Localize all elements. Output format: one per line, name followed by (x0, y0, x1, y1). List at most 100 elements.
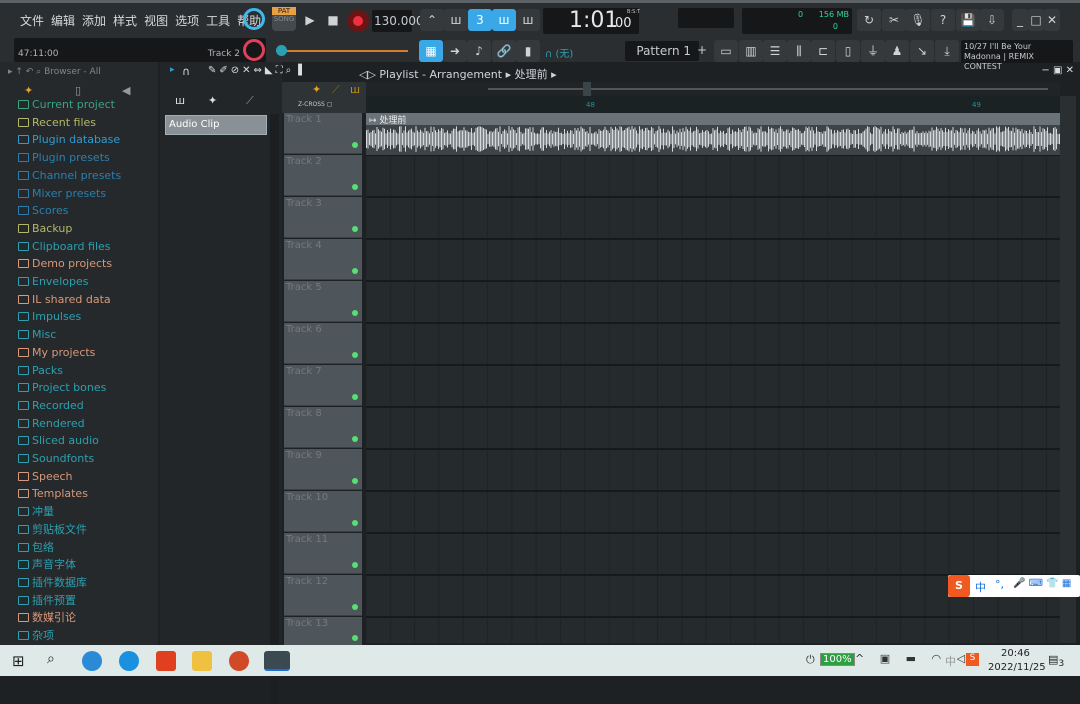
arrow-icon[interactable]: ➜ (443, 40, 467, 62)
cut-icon[interactable]: ✂ (882, 9, 906, 31)
tray-sogou-icon[interactable]: S (966, 653, 979, 666)
menu-add[interactable]: 添加 (82, 12, 106, 29)
tempo-display[interactable]: 130.000 (372, 10, 424, 32)
playlist-icon[interactable]: ▭ (714, 40, 738, 62)
search-icon[interactable]: ⌕ (47, 651, 55, 667)
browser-item[interactable]: Plugin database (18, 132, 120, 148)
record-button[interactable] (347, 10, 369, 32)
track-header[interactable]: Track 10 (284, 491, 362, 532)
piano-roll-icon[interactable]: ▥ (739, 40, 763, 62)
ime-mode[interactable]: 中 (975, 579, 986, 595)
browser-item[interactable]: Recorded (18, 398, 84, 414)
wait-input-icon[interactable]: ш (444, 9, 468, 31)
track-mute-led[interactable] (352, 604, 358, 610)
browser-item[interactable]: Clipboard files (18, 239, 111, 255)
menu-tools[interactable]: 工具 (206, 12, 230, 29)
undo-history-icon[interactable]: ↻ (857, 9, 881, 31)
download-icon[interactable]: ⤓ (935, 40, 959, 62)
battery-indicator[interactable]: 100% (820, 653, 855, 666)
help-icon[interactable]: ? (931, 9, 955, 31)
browser-item[interactable]: 声音字体 (18, 557, 76, 573)
project-icon[interactable]: ▯ (836, 40, 860, 62)
pattern-icon[interactable]: ш (350, 83, 360, 96)
arrangement-grid[interactable]: ↦ 处理前 (366, 113, 1060, 643)
browser-item[interactable]: Soundfonts (18, 451, 94, 467)
microphone-icon[interactable]: 🎙 (906, 9, 930, 31)
vertical-scrollbar[interactable] (1060, 96, 1076, 643)
menu-patterns[interactable]: 样式 (113, 12, 137, 29)
playlist-scroll[interactable] (366, 82, 1060, 96)
link-icon[interactable]: 🔗 (492, 40, 516, 62)
fl-studio-taskbar-icon[interactable] (264, 651, 290, 671)
office-icon[interactable] (156, 651, 176, 671)
track-mute-led[interactable] (352, 478, 358, 484)
browser-item[interactable]: Demo projects (18, 256, 112, 272)
master-volume-knob[interactable] (243, 8, 265, 30)
snap-selector[interactable]: ∩ (无) (545, 45, 573, 60)
track-header[interactable]: Track 5 (284, 281, 362, 322)
browser-item[interactable]: Envelopes (18, 274, 88, 290)
add-pattern-button[interactable]: + (697, 43, 707, 57)
browser-item[interactable]: Mixer presets (18, 186, 106, 202)
tray-icons[interactable]: ^ ▣ ▬ ◠ ◁) (855, 652, 981, 665)
track-header[interactable]: Track 12 (284, 575, 362, 616)
browser-item[interactable]: Packs (18, 363, 63, 379)
browser-item[interactable]: Plugin presets (18, 150, 110, 166)
browser-item[interactable]: Rendered (18, 416, 85, 432)
browser-item[interactable]: Impulses (18, 309, 81, 325)
audio-filter-icon[interactable]: ✦ (24, 84, 33, 97)
plugin-filter-icon[interactable]: ◀ (122, 84, 130, 97)
track-mute-led[interactable] (352, 142, 358, 148)
metronome-icon[interactable]: ⌃ (420, 9, 444, 31)
play-button[interactable]: ▶ (298, 9, 322, 31)
maximize-button[interactable]: □ (1028, 9, 1044, 31)
windows-start-icon[interactable]: ⊞ (12, 652, 25, 670)
touch-icon[interactable]: ↘ (910, 40, 934, 62)
browser-item[interactable]: Current project (18, 97, 115, 113)
track-header[interactable]: Track 2 (284, 155, 362, 196)
track-header[interactable]: Track 13 (284, 617, 362, 647)
ime-punct[interactable]: °, (995, 578, 1004, 591)
clock-time[interactable]: 20:46 (1001, 648, 1030, 659)
edge-icon[interactable] (82, 651, 102, 671)
menu-options[interactable]: 选项 (175, 12, 199, 29)
browser-item[interactable]: Scores (18, 203, 69, 219)
playlist-tools[interactable]: ✎✐⊘✕⇔◣⛶⌕▐ (208, 65, 305, 76)
browser-item[interactable]: 插件预置 (18, 593, 76, 609)
stop-button[interactable]: ■ (321, 9, 345, 31)
browser-icon[interactable]: ⊏ (811, 40, 835, 62)
mixer-icon[interactable]: ⫼ (787, 40, 811, 62)
pattern-selector[interactable]: Pattern 1 (625, 41, 699, 61)
clock-date[interactable]: 2022/11/25 (988, 662, 1046, 673)
minimize-button[interactable]: _ (1012, 9, 1028, 31)
browser-item[interactable]: Misc (18, 327, 56, 343)
plugin-icon[interactable]: ⏚ (861, 40, 885, 62)
magnet-icon[interactable]: ∩ (182, 65, 190, 78)
track-mute-led[interactable] (352, 562, 358, 568)
automation-icon[interactable]: ⟋ (332, 83, 340, 97)
menu-edit[interactable]: 编辑 (51, 12, 75, 29)
audio-clip[interactable]: ↦ 处理前 (366, 113, 1060, 155)
tray-ime[interactable]: 中 (945, 653, 956, 669)
track-header[interactable]: Track 6 (284, 323, 362, 364)
track-mute-led[interactable] (352, 310, 358, 316)
browser-item[interactable]: Backup (18, 221, 72, 237)
close-button[interactable]: ✕ (1044, 9, 1060, 31)
browser-item[interactable]: Sliced audio (18, 433, 99, 449)
track-header[interactable]: Track 7 (284, 365, 362, 406)
step-edit-icon[interactable]: ш (492, 9, 516, 31)
performance-icon[interactable]: ♟ (885, 40, 909, 62)
countdown-icon[interactable]: 3 (468, 9, 492, 31)
audio-icon[interactable]: ✦ (312, 83, 321, 96)
browser-item[interactable]: 剪贴板文件 (18, 522, 87, 538)
menu-file[interactable]: 文件 (20, 12, 44, 29)
track-header[interactable]: Track 4 (284, 239, 362, 280)
mixer-knob-icon[interactable]: ▮ (516, 40, 540, 62)
track-header[interactable]: Track 1 (284, 113, 362, 154)
browser-item[interactable]: Recent files (18, 115, 96, 131)
zcross-toggle[interactable]: Z-CROSS ▢ (298, 101, 332, 108)
browser-item[interactable]: Project bones (18, 380, 106, 396)
track-header[interactable]: Track 8 (284, 407, 362, 448)
automation-picker-icon[interactable]: ⟋ (246, 94, 254, 108)
browser-item[interactable]: 冲量 (18, 504, 54, 520)
